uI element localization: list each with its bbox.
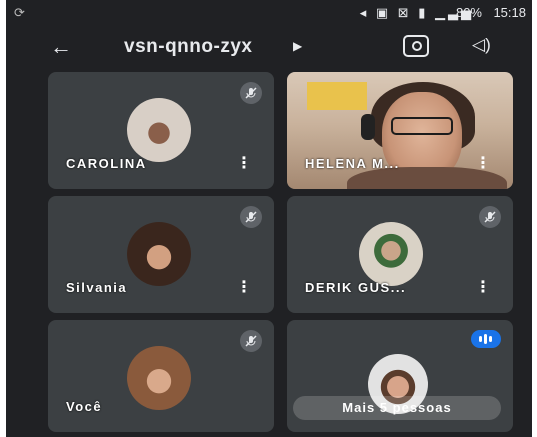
participant-tile[interactable]: HELENA M... ⋮ xyxy=(287,72,513,189)
more-options-icon[interactable]: ⋮ xyxy=(475,277,491,297)
battery-level: 80% xyxy=(455,5,482,20)
participant-tile[interactable]: Você xyxy=(48,320,274,432)
clock: 15:18 xyxy=(493,5,526,20)
sync-icon: ⟳ xyxy=(14,5,25,20)
avatar xyxy=(127,346,191,410)
switch-camera-icon[interactable] xyxy=(403,35,429,57)
more-people-label: Mais 5 pessoas xyxy=(293,396,501,420)
meet-screen: ⟳ ◂ ▣ ⊠ ▮ ▁▃▅ 80% 15:18 ← vsn-qnno-zyx ▶… xyxy=(6,0,532,437)
avatar xyxy=(127,222,191,286)
participant-name: CAROLINA xyxy=(66,156,147,171)
more-options-icon[interactable]: ⋮ xyxy=(236,277,252,297)
speaking-indicator-icon xyxy=(471,330,501,348)
chevron-right-icon[interactable]: ▶ xyxy=(293,39,302,53)
more-participants-tile[interactable]: Mais 5 pessoas xyxy=(287,320,513,432)
more-options-icon[interactable]: ⋮ xyxy=(475,153,491,173)
participant-tile[interactable]: CAROLINA ⋮ xyxy=(48,72,274,189)
more-options-icon[interactable]: ⋮ xyxy=(236,153,252,173)
participant-name: Silvania xyxy=(66,280,128,295)
participant-tile[interactable]: Silvania ⋮ xyxy=(48,196,274,313)
mic-off-icon xyxy=(240,82,262,104)
mic-off-icon xyxy=(240,330,262,352)
meeting-header: ← vsn-qnno-zyx ▶ ◁) xyxy=(6,26,532,68)
avatar xyxy=(359,222,423,286)
mic-off-icon xyxy=(479,206,501,228)
mic-off-icon xyxy=(240,206,262,228)
status-bar: ⟳ ◂ ▣ ⊠ ▮ ▁▃▅ 80% 15:18 xyxy=(6,0,532,26)
participant-name: HELENA M... xyxy=(305,156,400,171)
participant-name: Você xyxy=(66,399,103,414)
meeting-code[interactable]: vsn-qnno-zyx xyxy=(124,36,252,58)
speaker-icon[interactable]: ◁) xyxy=(472,35,491,55)
participant-tile[interactable]: DERIK GUS... ⋮ xyxy=(287,196,513,313)
back-arrow-icon[interactable]: ← xyxy=(50,34,72,60)
participant-name: DERIK GUS... xyxy=(305,280,407,295)
avatar xyxy=(127,98,191,162)
